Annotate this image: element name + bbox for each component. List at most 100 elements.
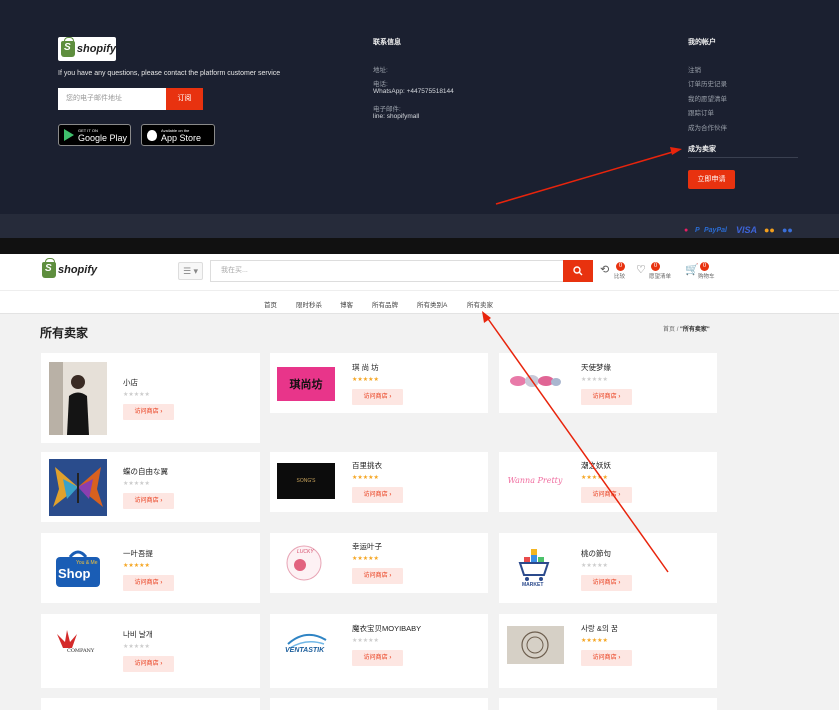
seller-rating-stars: ★★★★★	[352, 377, 379, 383]
wishlist-link[interactable]: 我的愿望清单	[688, 93, 727, 103]
visit-store-button[interactable]: 访问商店 ›	[581, 650, 632, 666]
app-store-badge[interactable]: Available on the App Store	[141, 124, 215, 146]
page-title: 所有卖家	[40, 326, 89, 340]
seller-thumb-qishangfang: 琪尚坊	[277, 367, 335, 401]
visit-store-button[interactable]: 访问商店 ›	[123, 656, 174, 672]
visit-store-button[interactable]: 访问商店 ›	[581, 575, 632, 591]
seller-rating-stars: ★★★★★	[352, 475, 379, 481]
nav-home[interactable]: 首页	[264, 299, 277, 309]
seller-name[interactable]: 幸运叶子	[352, 541, 382, 552]
seller-name[interactable]: 天使梦缘	[581, 362, 611, 373]
nav-all-categories[interactable]: 所有类别A	[417, 299, 447, 309]
breadcrumb-current: "所有卖家"	[680, 327, 710, 333]
seller-thumb-moyibaby: VENTASTIK	[282, 628, 330, 664]
wishlist-badge: 0	[651, 262, 660, 271]
track-order-link[interactable]: 跟踪订单	[688, 107, 714, 117]
visit-store-button[interactable]: 访问商店 ›	[352, 487, 403, 503]
paypal-p-icon: P	[695, 227, 700, 234]
google-play-badge[interactable]: GET IT ON Google Play	[58, 124, 131, 146]
footer-divider-band	[0, 238, 839, 254]
header-logo[interactable]: shopify	[42, 258, 97, 278]
nav-all-sellers[interactable]: 所有卖家	[467, 299, 493, 309]
contact-title: 联系信息	[373, 39, 401, 46]
nav-all-brands[interactable]: 所有品牌	[372, 299, 398, 309]
compare-badge: 0	[616, 262, 625, 271]
search-icon	[573, 266, 583, 276]
search-button[interactable]	[563, 260, 593, 282]
seller-name[interactable]: 百里挑衣	[352, 460, 382, 471]
paypal-logo: PayPal	[704, 227, 727, 234]
wishlist-label[interactable]: 愿望清单	[649, 272, 671, 280]
visit-store-button[interactable]: 访问商店 ›	[581, 487, 632, 503]
seller-thumb-bailitiaoyi: SONG'S	[277, 463, 335, 499]
breadcrumb: 首页 / "所有卖家"	[663, 327, 710, 333]
partner-link[interactable]: 成为合作伙伴	[688, 122, 727, 132]
seller-rating-stars: ★★★★★	[352, 638, 379, 644]
breadcrumb-home[interactable]: 首页	[663, 327, 675, 333]
cart-badge: 0	[700, 262, 709, 271]
address-label: 地址:	[373, 67, 388, 74]
footer-logo[interactable]: shopify	[58, 37, 116, 61]
apply-now-button[interactable]: 立即申请	[688, 170, 735, 189]
visit-store-button[interactable]: 访问商店 ›	[352, 389, 403, 405]
seller-name[interactable]: 小店	[123, 377, 138, 388]
seller-thumb-sarang	[507, 626, 564, 664]
visit-store-button[interactable]: 访问商店 ›	[352, 568, 403, 584]
seller-thumb-market: MARKET	[514, 549, 554, 589]
visit-store-button[interactable]: 访问商店 ›	[123, 493, 174, 509]
google-play-icon	[64, 129, 74, 141]
nav-flash-sale[interactable]: 限时秒杀	[296, 299, 322, 309]
subscribe-button[interactable]: 订阅	[166, 88, 203, 110]
seller-rating-stars: ★★★★★	[581, 475, 608, 481]
cart-label[interactable]: 购物车	[698, 272, 715, 280]
seller-name[interactable]: 琪 尚 坊	[352, 362, 379, 373]
email-subscribe-input[interactable]: 您的电子邮件地址	[58, 88, 166, 110]
footer-description: If you have any questions, please contac…	[58, 70, 281, 77]
account-title: 我的帐户	[688, 39, 716, 46]
visa-logo: VISA	[736, 225, 758, 235]
visit-store-button[interactable]: 访问商店 ›	[352, 650, 403, 666]
seller-name[interactable]: 潮之妖妖	[581, 460, 611, 471]
compare-icon[interactable]: ⟲	[600, 263, 609, 276]
seller-thumb-butterfly	[49, 459, 107, 516]
seller-name[interactable]: 사랑 &의 꿈	[581, 623, 618, 634]
wishlist-heart-icon[interactable]: ♡	[636, 263, 646, 276]
whatsapp-number: WhatsApp: +447575518144	[373, 88, 454, 95]
seller-card[interactable]	[41, 698, 260, 710]
footer-bottom-bar	[0, 214, 839, 238]
apple-icon	[147, 129, 157, 141]
seller-name[interactable]: 魔衣宝贝MOYIBABY	[352, 623, 421, 634]
visit-store-button[interactable]: 访问商店 ›	[123, 575, 174, 591]
seller-card[interactable]	[270, 698, 488, 710]
search-input[interactable]: 我在买...	[210, 260, 563, 282]
klarna-icon: ●	[684, 227, 689, 234]
visit-store-button[interactable]: 访问商店 ›	[123, 404, 174, 420]
shopify-bag-icon	[61, 37, 75, 57]
seller-name[interactable]: 桃の節句	[581, 548, 611, 559]
seller-thumb-tianshi	[506, 371, 564, 391]
category-menu-button[interactable]: ☰ ▾	[178, 262, 203, 280]
mastercard-icon: ●●	[764, 225, 775, 235]
seller-name[interactable]: 一叶吾提	[123, 548, 153, 559]
compare-label[interactable]: 比较	[614, 272, 625, 280]
seller-thumb-xiaodian	[49, 362, 107, 435]
seller-card[interactable]	[499, 698, 717, 710]
become-seller-title: 成为卖家	[688, 146, 716, 153]
line-id: line: shopifymall	[373, 113, 420, 120]
logout-link[interactable]: 注销	[688, 64, 701, 74]
order-history-link[interactable]: 订单历史记录	[688, 78, 727, 88]
seller-rating-stars: ★★★★★	[123, 644, 150, 650]
nav-blog[interactable]: 博客	[340, 299, 353, 309]
seller-rating-stars: ★★★★★	[123, 481, 150, 487]
seller-divider	[688, 157, 798, 158]
seller-rating-stars: ★★★★★	[123, 563, 150, 569]
seller-rating-stars: ★★★★★	[581, 377, 608, 383]
seller-rating-stars: ★★★★★	[581, 563, 608, 569]
seller-name[interactable]: 蝶の自由な翼	[123, 466, 168, 477]
shopify-bag-icon	[42, 258, 56, 278]
cart-icon[interactable]: 🛒	[685, 263, 699, 276]
visit-store-button[interactable]: 访问商店 ›	[581, 389, 632, 405]
seller-name[interactable]: 나비 날개	[123, 629, 153, 640]
seller-thumb-chaozhi: Wanna Pretty	[507, 475, 563, 485]
seller-thumb-xingyun: LUCKY	[281, 543, 327, 583]
